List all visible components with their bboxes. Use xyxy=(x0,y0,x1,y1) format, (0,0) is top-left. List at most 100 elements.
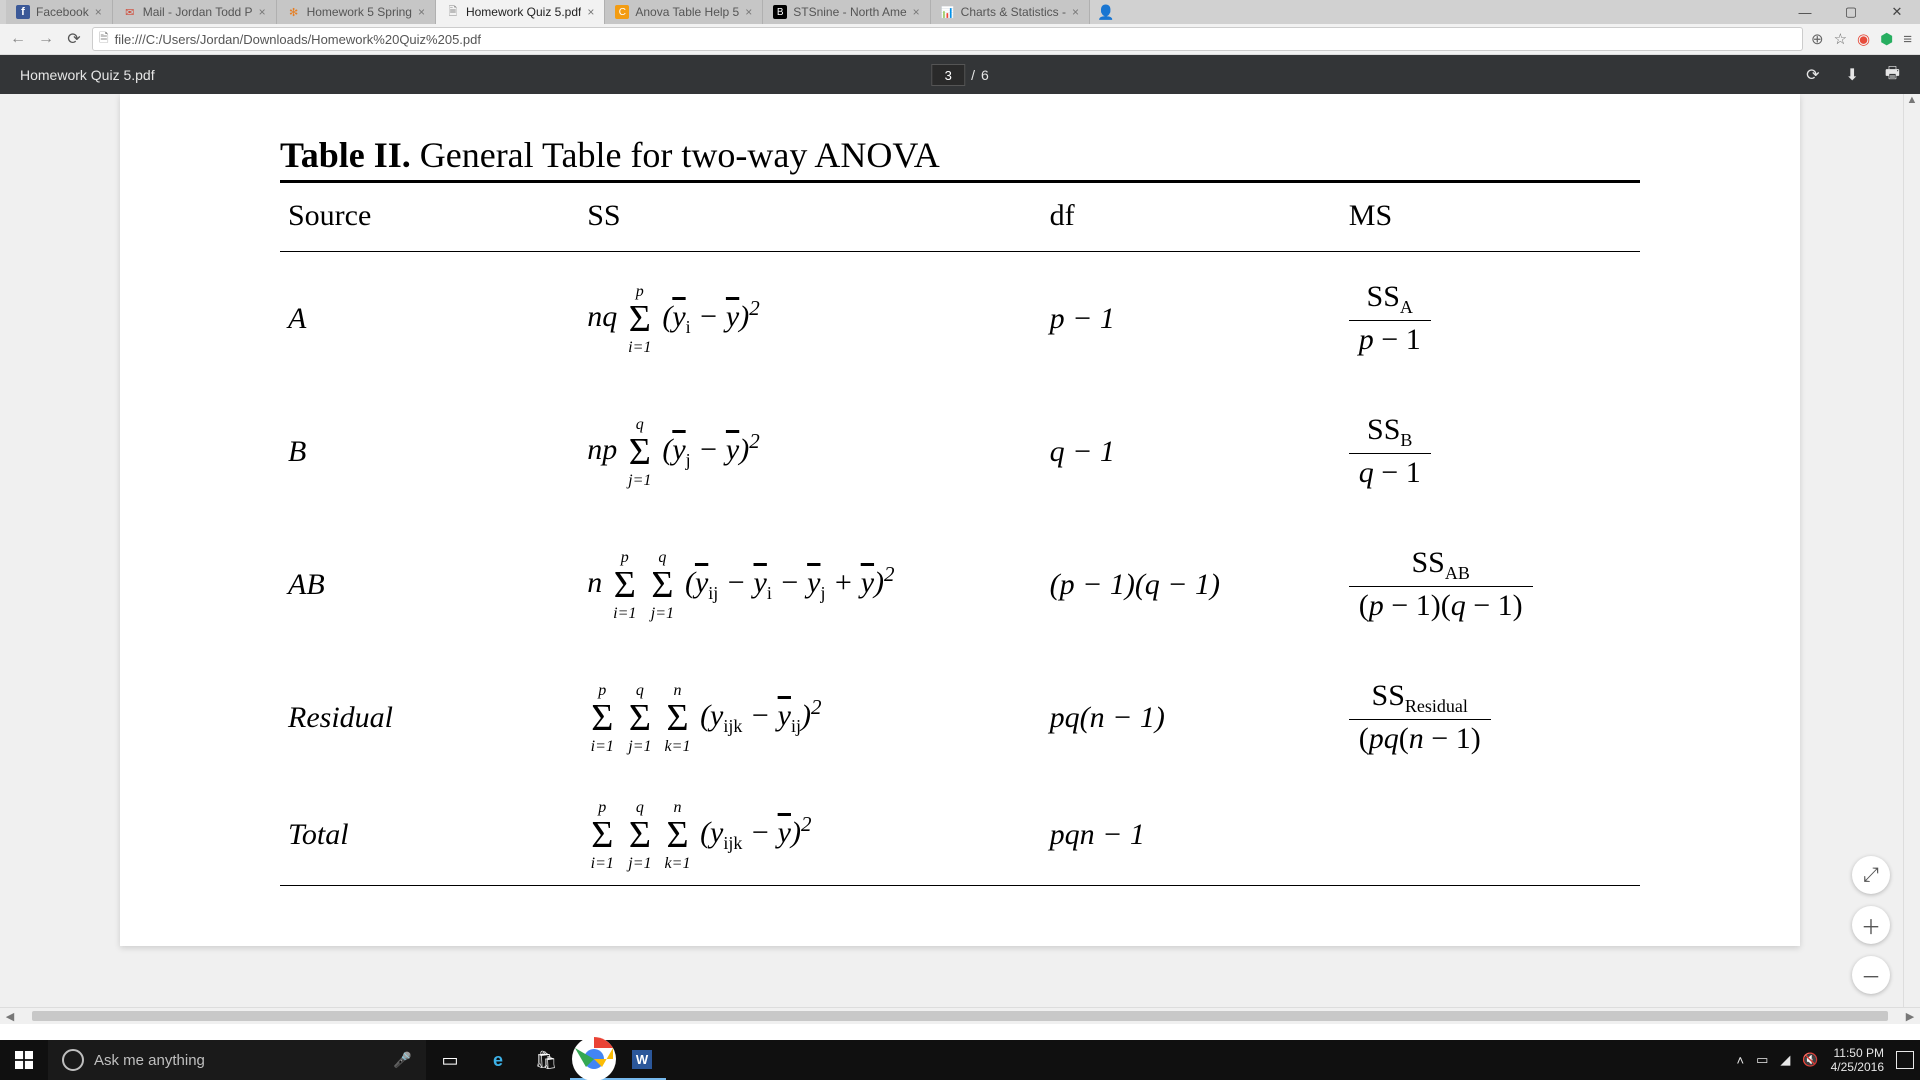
pdf-rotate-button[interactable]: ⟳ xyxy=(1806,65,1819,85)
url-text: file:///C:/Users/Jordan/Downloads/Homewo… xyxy=(115,32,481,47)
window-close-button[interactable]: ✕ xyxy=(1874,0,1920,24)
tab-hwquiz5-active[interactable]: 🗎 Homework Quiz 5.pdf × xyxy=(436,0,605,24)
tray-battery-icon[interactable]: ▭ xyxy=(1756,1052,1768,1068)
table-row: Residual Σpi=1 Σqj=1 Σnk=1 (yijk − yij)2… xyxy=(280,651,1640,784)
cell-source: Residual xyxy=(280,651,579,784)
tab-anova[interactable]: C Anova Table Help 5 × xyxy=(605,0,763,24)
clock-date: 4/25/2016 xyxy=(1831,1060,1884,1074)
cell-ss: nq Σpi=1 (yi − y)2 xyxy=(579,252,1041,386)
cell-df: (p − 1)(q − 1) xyxy=(1042,518,1341,651)
table-row: Total Σpi=1 Σqj=1 Σnk=1 (yijk − y)2 pqn … xyxy=(280,784,1640,886)
favicon-mail: ✉ xyxy=(123,5,137,19)
back-button[interactable]: ← xyxy=(8,30,28,48)
reload-button[interactable]: ⟳ xyxy=(64,29,84,49)
cell-source: A xyxy=(280,252,579,386)
taskbar-edge[interactable]: e xyxy=(474,1040,522,1080)
cell-ms: SSAp − 1 xyxy=(1341,252,1640,386)
th-df: df xyxy=(1042,185,1341,252)
start-button[interactable] xyxy=(0,1040,48,1080)
favicon-chegg: C xyxy=(615,5,629,19)
tab-title: Homework Quiz 5.pdf xyxy=(466,5,581,19)
close-icon[interactable]: × xyxy=(913,5,920,19)
cell-ss: np Σqj=1 (yj − y)2 xyxy=(579,385,1041,518)
taskbar-clock[interactable]: 11:50 PM 4/25/2016 xyxy=(1831,1046,1884,1074)
scroll-left-icon[interactable]: ◀ xyxy=(2,1010,18,1023)
close-icon[interactable]: × xyxy=(259,5,266,19)
window-maximize-button[interactable]: ▢ xyxy=(1828,0,1874,24)
favicon-blackboard: B xyxy=(773,5,787,19)
cell-ms xyxy=(1341,784,1640,886)
search-placeholder: Ask me anything xyxy=(94,1052,205,1069)
cell-source: Total xyxy=(280,784,579,886)
pdf-print-button[interactable]: 🖶 xyxy=(1885,62,1900,89)
tab-title: Homework 5 Spring xyxy=(307,5,412,19)
browser-address-bar: ← → ⟳ 🗎 file:///C:/Users/Jordan/Download… xyxy=(0,24,1920,55)
pdf-zoom-controls: ⤢ ＋ － xyxy=(1852,856,1890,994)
taskbar-apps: ▭ e 🛍 W xyxy=(426,1040,666,1080)
cell-ss: Σpi=1 Σqj=1 Σnk=1 (yijk − yij)2 xyxy=(579,651,1041,784)
th-ms: MS xyxy=(1341,185,1640,252)
system-tray: ˄ ▭ ◢ 🔇 11:50 PM 4/25/2016 xyxy=(1737,1046,1920,1074)
taskbar-word[interactable]: W xyxy=(618,1040,666,1080)
favicon-file: 🗎 xyxy=(446,5,460,19)
clock-time: 11:50 PM xyxy=(1831,1046,1884,1060)
browser-tab-strip: f Facebook × ✉ Mail - Jordan Todd P × ✻ … xyxy=(0,0,1920,24)
pdf-pager: / 6 xyxy=(931,64,988,86)
cortana-search[interactable]: Ask me anything 🎤 xyxy=(48,1040,426,1080)
taskbar-store[interactable]: 🛍 xyxy=(522,1040,570,1080)
tab-mail[interactable]: ✉ Mail - Jordan Todd P × xyxy=(113,0,277,24)
tab-title: Anova Table Help 5 xyxy=(635,5,739,19)
chrome-menu-icon[interactable]: ≡ xyxy=(1903,31,1912,48)
pdf-filename: Homework Quiz 5.pdf xyxy=(20,67,155,83)
action-center-icon[interactable] xyxy=(1896,1051,1914,1069)
browser-user-button[interactable]: 👤 xyxy=(1090,0,1122,24)
tray-volume-icon[interactable]: 🔇 xyxy=(1802,1052,1818,1068)
pdf-download-button[interactable]: ⬇ xyxy=(1845,65,1858,85)
task-view-button[interactable]: ▭ xyxy=(426,1040,474,1080)
horizontal-scrollbar[interactable]: ◀ ▶ xyxy=(0,1007,1920,1024)
cell-df: q − 1 xyxy=(1042,385,1341,518)
favicon-charts: 📊 xyxy=(941,5,955,19)
scroll-up-icon[interactable]: ▲ xyxy=(1904,94,1920,106)
pdf-page-input[interactable] xyxy=(931,64,965,86)
close-icon[interactable]: × xyxy=(418,5,425,19)
pdf-fit-button[interactable]: ⤢ xyxy=(1852,856,1890,894)
taskbar-chrome[interactable] xyxy=(570,1040,618,1080)
scroll-right-icon[interactable]: ▶ xyxy=(1902,1010,1918,1023)
close-icon[interactable]: × xyxy=(95,5,102,19)
th-source: Source xyxy=(280,185,579,252)
tab-facebook[interactable]: f Facebook × xyxy=(6,0,113,24)
windows-logo-icon xyxy=(15,1051,33,1069)
tab-stsnine[interactable]: B STSnine - North Ame × xyxy=(763,0,930,24)
cortana-icon xyxy=(62,1049,84,1071)
window-minimize-button[interactable]: ― xyxy=(1782,0,1828,24)
url-input[interactable]: 🗎 file:///C:/Users/Jordan/Downloads/Home… xyxy=(92,27,1803,51)
pdf-viewport[interactable]: Table II. General Table for two-way ANOV… xyxy=(0,94,1920,1024)
vertical-scrollbar[interactable]: ▲ xyxy=(1903,94,1920,1008)
close-icon[interactable]: × xyxy=(745,5,752,19)
bookmark-icon[interactable]: ☆ xyxy=(1834,30,1847,48)
zoom-indicator-icon[interactable]: ⊕ xyxy=(1811,30,1824,48)
pdf-total-pages: 6 xyxy=(981,67,989,83)
tab-charts[interactable]: 📊 Charts & Statistics - × xyxy=(931,0,1090,24)
tab-hw5[interactable]: ✻ Homework 5 Spring × xyxy=(277,0,436,24)
windows-taskbar: Ask me anything 🎤 ▭ e 🛍 W ˄ ▭ ◢ 🔇 11:50 … xyxy=(0,1040,1920,1080)
close-icon[interactable]: × xyxy=(1072,5,1079,19)
pdf-toolbar: Homework Quiz 5.pdf / 6 ⟳ ⬇ 🖶 xyxy=(0,55,1920,95)
pdf-zoom-out-button[interactable]: － xyxy=(1852,956,1890,994)
cell-ss: Σpi=1 Σqj=1 Σnk=1 (yijk − y)2 xyxy=(579,784,1041,886)
pdf-page-sep: / xyxy=(967,67,979,83)
pdf-zoom-in-button[interactable]: ＋ xyxy=(1852,906,1890,944)
forward-button[interactable]: → xyxy=(36,30,56,48)
cell-ms: SSResidual(pq(n − 1) xyxy=(1341,651,1640,784)
cell-source: AB xyxy=(280,518,579,651)
tray-wifi-icon[interactable]: ◢ xyxy=(1780,1052,1790,1068)
extension-icon-2[interactable]: ⬢ xyxy=(1880,30,1893,48)
tab-title: Mail - Jordan Todd P xyxy=(143,5,253,19)
close-icon[interactable]: × xyxy=(587,5,594,19)
scrollbar-thumb[interactable] xyxy=(32,1011,1888,1021)
tray-chevron-icon[interactable]: ˄ xyxy=(1737,1053,1745,1068)
cell-ms: SSBq − 1 xyxy=(1341,385,1640,518)
extension-icon-1[interactable]: ◉ xyxy=(1857,30,1870,48)
mic-icon[interactable]: 🎤 xyxy=(393,1051,412,1069)
